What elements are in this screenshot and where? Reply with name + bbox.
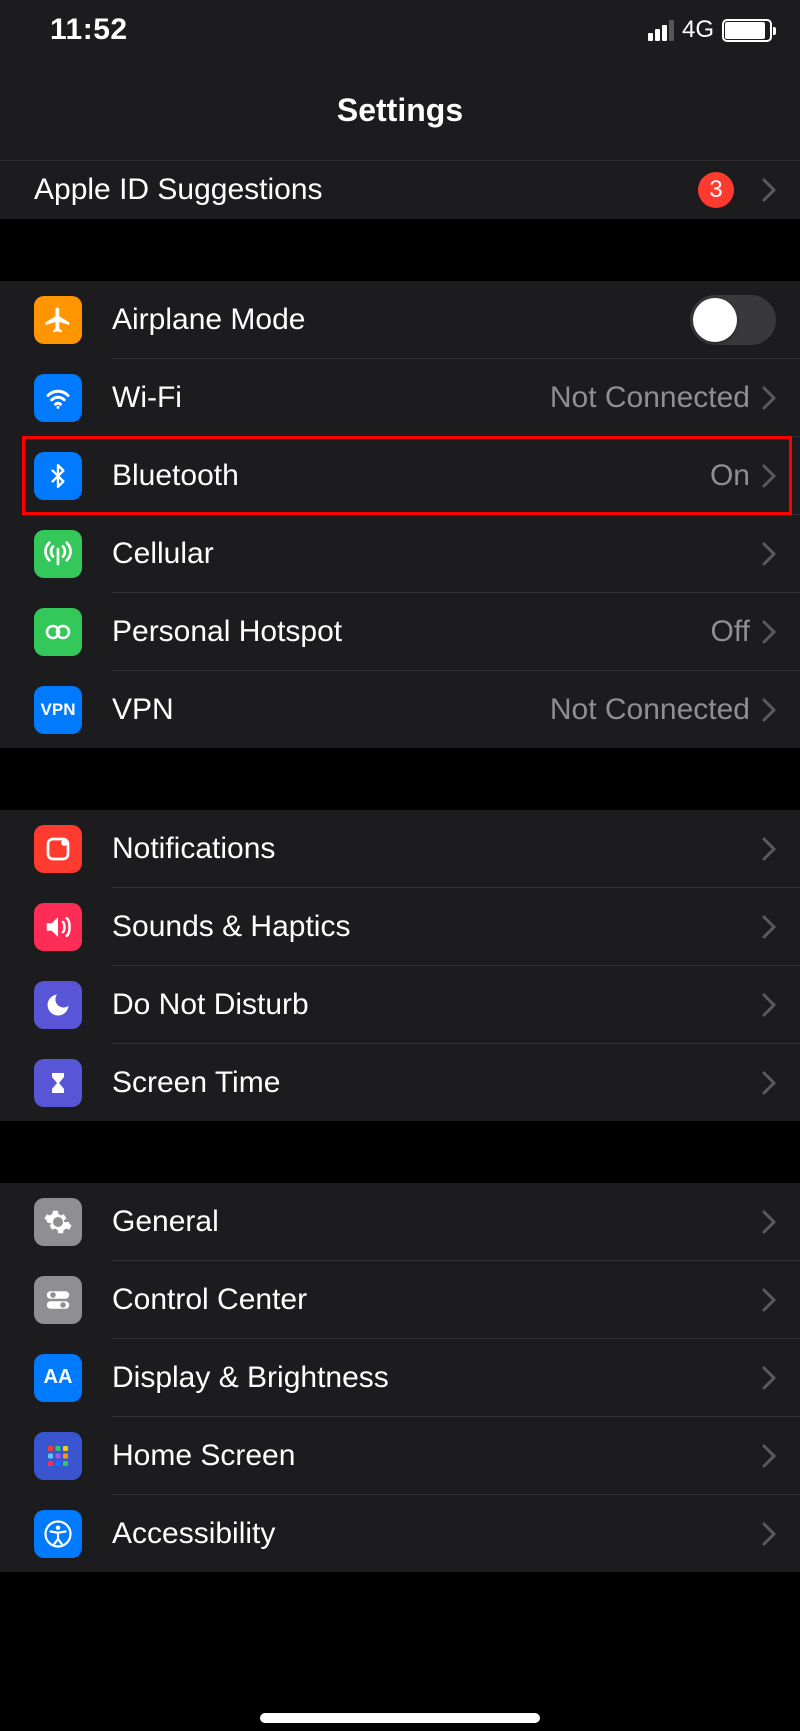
gear-icon bbox=[34, 1198, 82, 1246]
row-label: Accessibility bbox=[112, 1517, 762, 1551]
chevron-right-icon bbox=[762, 1444, 776, 1468]
row-general[interactable]: General bbox=[0, 1183, 800, 1260]
moon-icon bbox=[34, 981, 82, 1029]
chevron-right-icon bbox=[762, 178, 776, 202]
hotspot-icon bbox=[34, 608, 82, 656]
row-personal-hotspot[interactable]: Personal Hotspot Off bbox=[0, 593, 800, 670]
row-control-center[interactable]: Control Center bbox=[0, 1261, 800, 1338]
group-connectivity: Airplane Mode Wi-Fi Not Connected Blueto… bbox=[0, 281, 800, 748]
row-label: Cellular bbox=[112, 537, 762, 571]
bluetooth-icon bbox=[34, 452, 82, 500]
chevron-right-icon bbox=[762, 1366, 776, 1390]
row-bluetooth[interactable]: Bluetooth On bbox=[0, 437, 800, 514]
row-accessibility[interactable]: Accessibility bbox=[0, 1495, 800, 1572]
section-gap bbox=[0, 748, 800, 810]
section-gap bbox=[0, 219, 800, 281]
control-center-icon bbox=[34, 1276, 82, 1324]
row-label: Apple ID Suggestions bbox=[34, 173, 698, 207]
status-time: 11:52 bbox=[50, 13, 128, 47]
group-system: General Control Center AA Display & Brig… bbox=[0, 1183, 800, 1572]
wifi-icon bbox=[34, 374, 82, 422]
row-label: Home Screen bbox=[112, 1439, 762, 1473]
row-value: Off bbox=[711, 615, 750, 649]
row-sounds-haptics[interactable]: Sounds & Haptics bbox=[0, 888, 800, 965]
nav-header: Settings bbox=[0, 60, 800, 161]
home-screen-icon bbox=[34, 1432, 82, 1480]
display-icon-text: AA bbox=[44, 1366, 73, 1389]
row-do-not-disturb[interactable]: Do Not Disturb bbox=[0, 966, 800, 1043]
vpn-icon: VPN bbox=[34, 686, 82, 734]
chevron-right-icon bbox=[762, 1288, 776, 1312]
notifications-icon bbox=[34, 825, 82, 873]
chevron-right-icon bbox=[762, 464, 776, 488]
chevron-right-icon bbox=[762, 620, 776, 644]
status-bar: 11:52 4G bbox=[0, 0, 800, 60]
display-icon: AA bbox=[34, 1354, 82, 1402]
row-cellular[interactable]: Cellular bbox=[0, 515, 800, 592]
vpn-icon-text: VPN bbox=[41, 700, 76, 720]
row-label: Sounds & Haptics bbox=[112, 910, 762, 944]
row-label: VPN bbox=[112, 693, 550, 727]
section-gap bbox=[0, 1121, 800, 1183]
row-label: Do Not Disturb bbox=[112, 988, 762, 1022]
row-label: Wi-Fi bbox=[112, 381, 550, 415]
chevron-right-icon bbox=[762, 698, 776, 722]
row-vpn[interactable]: VPN VPN Not Connected bbox=[0, 671, 800, 748]
row-label: Control Center bbox=[112, 1283, 762, 1317]
row-label: General bbox=[112, 1205, 762, 1239]
chevron-right-icon bbox=[762, 837, 776, 861]
battery-icon bbox=[722, 19, 772, 42]
row-value: Not Connected bbox=[550, 381, 750, 415]
row-screen-time[interactable]: Screen Time bbox=[0, 1044, 800, 1121]
chevron-right-icon bbox=[762, 1210, 776, 1234]
hourglass-icon bbox=[34, 1059, 82, 1107]
airplane-toggle[interactable] bbox=[690, 295, 776, 345]
cellular-icon bbox=[34, 530, 82, 578]
row-display-brightness[interactable]: AA Display & Brightness bbox=[0, 1339, 800, 1416]
row-apple-id-suggestions[interactable]: Apple ID Suggestions 3 bbox=[0, 161, 800, 219]
chevron-right-icon bbox=[762, 915, 776, 939]
row-label: Display & Brightness bbox=[112, 1361, 762, 1395]
airplane-icon bbox=[34, 296, 82, 344]
row-home-screen[interactable]: Home Screen bbox=[0, 1417, 800, 1494]
row-notifications[interactable]: Notifications bbox=[0, 810, 800, 887]
chevron-right-icon bbox=[762, 386, 776, 410]
row-value: On bbox=[710, 459, 750, 493]
row-wifi[interactable]: Wi-Fi Not Connected bbox=[0, 359, 800, 436]
chevron-right-icon bbox=[762, 1071, 776, 1095]
row-label: Notifications bbox=[112, 832, 762, 866]
status-indicators: 4G bbox=[648, 16, 772, 44]
group-apple-id: Apple ID Suggestions 3 bbox=[0, 161, 800, 219]
row-airplane-mode[interactable]: Airplane Mode bbox=[0, 281, 800, 358]
group-alerts: Notifications Sounds & Haptics Do Not Di… bbox=[0, 810, 800, 1121]
row-label: Airplane Mode bbox=[112, 303, 690, 337]
badge-count: 3 bbox=[698, 172, 734, 208]
page-title: Settings bbox=[337, 92, 463, 129]
accessibility-icon bbox=[34, 1510, 82, 1558]
row-label: Screen Time bbox=[112, 1066, 762, 1100]
network-type: 4G bbox=[682, 16, 714, 44]
cellular-signal-icon bbox=[648, 20, 674, 41]
row-value: Not Connected bbox=[550, 693, 750, 727]
chevron-right-icon bbox=[762, 542, 776, 566]
chevron-right-icon bbox=[762, 1522, 776, 1546]
home-indicator[interactable] bbox=[260, 1713, 540, 1723]
sounds-icon bbox=[34, 903, 82, 951]
row-label: Bluetooth bbox=[112, 459, 710, 493]
row-label: Personal Hotspot bbox=[112, 615, 711, 649]
chevron-right-icon bbox=[762, 993, 776, 1017]
